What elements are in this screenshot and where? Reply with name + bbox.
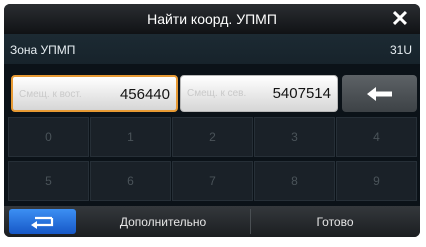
bottom-bar: Дополнительно Готово: [4, 206, 420, 237]
key-3[interactable]: 3: [254, 117, 335, 157]
undo-arrow-icon: [30, 216, 53, 229]
dialog-title: Найти коорд. УПМП: [147, 11, 277, 27]
backspace-arrow-icon: [366, 86, 392, 101]
easting-field[interactable]: Смещ. к вост. 456440: [11, 75, 178, 112]
done-button[interactable]: Готово: [250, 209, 419, 234]
easting-value: 456440: [119, 86, 170, 103]
key-6[interactable]: 6: [90, 161, 171, 201]
backspace-button[interactable]: [342, 75, 417, 112]
easting-label: Смещ. к вост.: [19, 89, 82, 100]
key-4[interactable]: 4: [336, 117, 417, 157]
key-8[interactable]: 8: [254, 161, 335, 201]
utm-zone-value: 31U: [389, 43, 412, 57]
title-bar: Найти коорд. УПМП ✕: [4, 4, 420, 34]
more-options-button[interactable]: Дополнительно: [78, 209, 248, 234]
close-icon: ✕: [390, 6, 410, 31]
northing-field[interactable]: Смещ. к сев. 5407514: [180, 75, 338, 112]
key-1[interactable]: 1: [90, 117, 171, 157]
utm-zone-label: Зона УПМП: [10, 43, 76, 57]
back-button[interactable]: [9, 209, 76, 234]
utm-zone-row[interactable]: Зона УПМП 31U: [4, 34, 420, 64]
find-utm-coordinates-dialog: Найти коорд. УПМП ✕ Зона УПМП 31U Смещ. …: [4, 4, 420, 237]
northing-value: 5407514: [272, 85, 331, 102]
numeric-keypad: 0 1 2 3 4 5 6 7 8 9: [4, 117, 420, 203]
key-2[interactable]: 2: [172, 117, 253, 157]
close-button[interactable]: ✕: [380, 4, 420, 34]
key-0[interactable]: 0: [8, 117, 89, 157]
key-5[interactable]: 5: [8, 161, 89, 201]
northing-label: Смещ. к сев.: [187, 88, 247, 99]
key-9[interactable]: 9: [336, 161, 417, 201]
key-7[interactable]: 7: [172, 161, 253, 201]
